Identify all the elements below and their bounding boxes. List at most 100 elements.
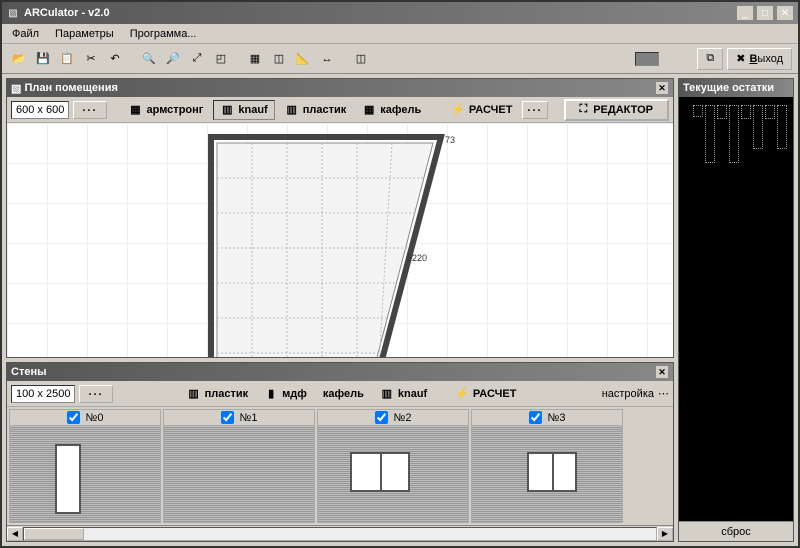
plan-panel-title[interactable]: ▧ План помещения ✕ xyxy=(7,79,673,97)
material-kafel[interactable]: ▦кафель xyxy=(356,100,427,120)
layer-icon[interactable]: ◫ xyxy=(268,48,290,70)
wall-cell-0[interactable]: №0 xyxy=(9,409,161,523)
stripe-icon: ▥ xyxy=(187,387,201,401)
wall-mat-plastic[interactable]: ▥пластик xyxy=(181,384,255,404)
grid-icon[interactable]: ▦ xyxy=(244,48,266,70)
layout-button[interactable]: ⧉ xyxy=(697,48,723,70)
scroll-right-button[interactable]: ▶ xyxy=(657,527,673,541)
dim-right-top: 73 xyxy=(445,135,455,145)
menu-program[interactable]: Программа... xyxy=(124,26,203,42)
remainder-shapes xyxy=(693,105,787,163)
menu-params[interactable]: Параметры xyxy=(49,26,120,42)
wall-cell-3[interactable]: №3 xyxy=(471,409,623,523)
tile-icon: ▦ xyxy=(362,103,376,117)
color-well[interactable] xyxy=(635,52,659,66)
left-column: ▧ План помещения ✕ 600 x 600 ... ▦армстр… xyxy=(2,74,678,546)
wall-label-1: №1 xyxy=(240,412,258,424)
open-icon[interactable]: 📂 xyxy=(8,48,30,70)
wall-check-2[interactable] xyxy=(375,411,388,424)
window-title: ARCulator - v2.0 xyxy=(24,7,734,19)
scroll-left-button[interactable]: ◀ xyxy=(7,527,23,541)
material-plastic[interactable]: ▥пластик xyxy=(279,100,353,120)
plan-shape: 73 5220 40 2500 107 xyxy=(207,133,467,357)
exit-label: Выход xyxy=(749,53,783,65)
material-knauf[interactable]: ▥knauf xyxy=(213,100,274,120)
main-area: ▧ План помещения ✕ 600 x 600 ... ▦армстр… xyxy=(2,74,798,546)
walls-close-button[interactable]: ✕ xyxy=(655,365,669,379)
plan-editor-button[interactable]: ⛶РЕДАКТОР xyxy=(564,99,669,121)
wall-check-1[interactable] xyxy=(221,411,234,424)
wall-mat-mdf[interactable]: ▮мдф xyxy=(258,384,313,404)
walls-panel-title[interactable]: Стены ✕ xyxy=(7,363,673,381)
dim-right-mid: 5220 xyxy=(407,253,427,263)
walls-row: №0 №1 №2 №3 xyxy=(7,407,673,525)
wall-mat-knauf[interactable]: ▥knauf xyxy=(374,384,433,404)
remainders-panel: Текущие остатки сброс xyxy=(678,78,794,542)
save-icon[interactable]: 💾 xyxy=(32,48,54,70)
wall-check-0[interactable] xyxy=(67,411,80,424)
walls-calc-button[interactable]: ⚡РАСЧЕТ xyxy=(449,387,522,400)
plan-size-select[interactable]: 600 x 600 xyxy=(11,101,69,119)
undo-icon[interactable]: ↶ xyxy=(104,48,126,70)
walls-title-label: Стены xyxy=(11,366,47,378)
remainders-title[interactable]: Текущие остатки xyxy=(679,79,793,97)
wall-label-0: №0 xyxy=(86,412,104,424)
remainders-reset-button[interactable]: сброс xyxy=(679,521,793,541)
plan-panel: ▧ План помещения ✕ 600 x 600 ... ▦армстр… xyxy=(6,78,674,358)
zoom-out-icon[interactable]: 🔎 xyxy=(162,48,184,70)
wall-check-3[interactable] xyxy=(529,411,542,424)
zoom-area-icon[interactable]: ◰ xyxy=(210,48,232,70)
right-column: Текущие остатки сброс xyxy=(678,74,798,546)
close-button[interactable]: ✕ xyxy=(776,5,794,21)
fill-icon: ▮ xyxy=(264,387,278,401)
material-armstrong[interactable]: ▦армстронг xyxy=(123,100,210,120)
scroll-thumb[interactable] xyxy=(24,528,84,540)
zoom-in-icon[interactable]: 🔍 xyxy=(138,48,160,70)
plan-calc-more[interactable]: ... xyxy=(522,101,547,119)
grid-icon: ▦ xyxy=(129,103,143,117)
wall-label-3: №3 xyxy=(548,412,566,424)
wall-cell-2[interactable]: №2 xyxy=(317,409,469,523)
lightning-icon: ⚡ xyxy=(455,387,469,400)
plan-toolbar: 600 x 600 ... ▦армстронг ▥knauf ▥пластик… xyxy=(7,97,673,123)
panel-icon: ▥ xyxy=(380,387,394,401)
wall-cell-1[interactable]: №1 xyxy=(163,409,315,523)
walls-toolbar: 100 x 2500 ... ▥пластик ▮мдф кафель ▥kna… xyxy=(7,381,673,407)
layout-icon: ⧉ xyxy=(706,52,714,65)
window-tile-icon[interactable]: ◫ xyxy=(350,48,372,70)
walls-size-select[interactable]: 100 x 2500 xyxy=(11,385,75,403)
wall-mat-kafel[interactable]: кафель xyxy=(317,384,370,404)
plan-title-icon: ▧ xyxy=(11,82,21,95)
dimension-icon[interactable]: ↔ xyxy=(316,48,338,70)
walls-size-more[interactable]: ... xyxy=(79,385,112,403)
zoom-fit-icon[interactable]: ⤢ xyxy=(186,48,208,70)
app-icon: ▧ xyxy=(6,6,20,20)
wall-label-2: №2 xyxy=(394,412,412,424)
walls-scrollbar[interactable]: ◀ ▶ xyxy=(7,525,673,541)
dots-icon: ⋯ xyxy=(658,387,669,400)
lightning-icon: ⚡ xyxy=(451,103,465,116)
stripe-icon: ▥ xyxy=(285,103,299,117)
plan-calc-button[interactable]: ⚡РАСЧЕТ xyxy=(445,103,518,116)
copy-icon[interactable]: 📋 xyxy=(56,48,78,70)
window-titlebar: ▧ ARCulator - v2.0 _ □ ✕ xyxy=(2,2,798,24)
minimize-button[interactable]: _ xyxy=(736,5,754,21)
exit-button[interactable]: ✖ Выход xyxy=(727,48,792,70)
plan-canvas[interactable]: 73 5220 40 2500 107 xyxy=(7,123,673,357)
plan-close-button[interactable]: ✕ xyxy=(655,81,669,95)
panel-icon: ▥ xyxy=(220,103,234,117)
measure-icon[interactable]: 📐 xyxy=(292,48,314,70)
editor-icon: ⛶ xyxy=(580,103,588,116)
maximize-button[interactable]: □ xyxy=(756,5,774,21)
walls-panel: Стены ✕ 100 x 2500 ... ▥пластик ▮мдф каф… xyxy=(6,362,674,542)
scroll-track[interactable] xyxy=(23,527,657,541)
plan-size-more[interactable]: ... xyxy=(73,101,106,119)
walls-body: №0 №1 №2 №3 xyxy=(7,407,673,541)
remainders-body[interactable] xyxy=(679,97,793,521)
main-toolbar: 📂 💾 📋 ✂ ↶ 🔍 🔎 ⤢ ◰ ▦ ◫ 📐 ↔ ◫ ⧉ ✖ Выход xyxy=(2,44,798,74)
walls-settings-link[interactable]: настройка⋯ xyxy=(602,387,669,400)
exit-icon: ✖ xyxy=(736,52,745,65)
menu-file[interactable]: Файл xyxy=(6,26,45,42)
cut-icon[interactable]: ✂ xyxy=(80,48,102,70)
plan-title-label: План помещения xyxy=(24,82,117,94)
